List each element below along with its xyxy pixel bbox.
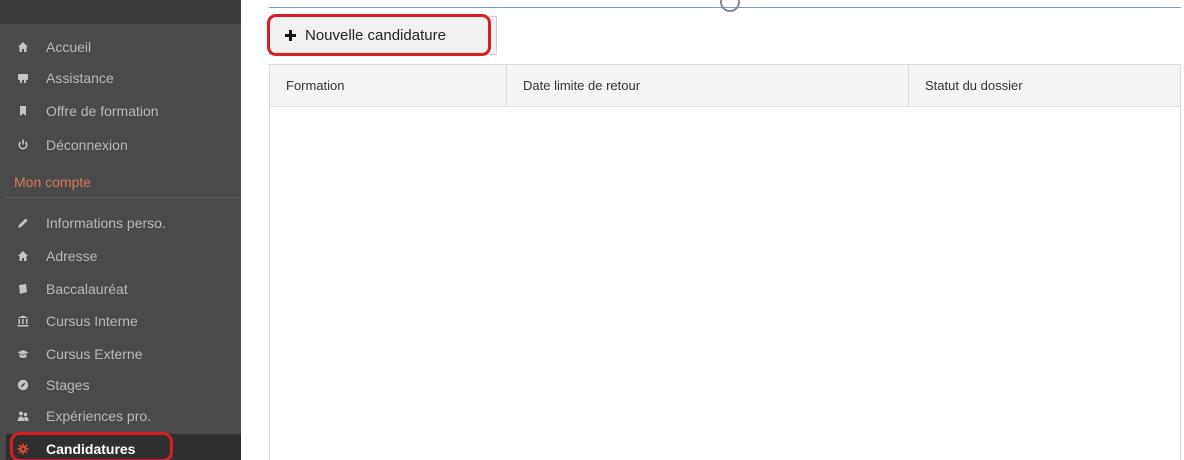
new-application-label: Nouvelle candidature xyxy=(305,27,446,44)
column-header-formation[interactable]: Formation xyxy=(270,65,507,106)
plus-icon xyxy=(284,29,297,42)
sidebar-item-offre-de-formation[interactable]: Offre de formation xyxy=(6,96,241,126)
sidebar-item-label: Cursus Externe xyxy=(46,346,143,362)
sidebar-item-label: Adresse xyxy=(46,248,98,264)
sidebar-item-accueil[interactable]: Accueil xyxy=(6,32,241,62)
applications-table: Formation Date limite de retour Statut d… xyxy=(269,64,1181,460)
sidebar-item-deconnexion[interactable]: Déconnexion xyxy=(6,130,241,160)
graduation-cap-icon xyxy=(12,346,34,362)
compass-icon xyxy=(12,377,34,393)
sidebar-item-label: Informations perso. xyxy=(46,215,166,231)
sidebar-item-label: Cursus Interne xyxy=(46,313,138,329)
pencil-icon xyxy=(12,215,34,231)
sidebar-item-candidatures[interactable]: Candidatures xyxy=(6,434,241,460)
column-header-date-limite[interactable]: Date limite de retour xyxy=(507,65,909,106)
loading-spinner-icon xyxy=(720,0,740,12)
sidebar-item-label: Assistance xyxy=(46,70,114,86)
main-content: Nouvelle candidature Formation Date limi… xyxy=(241,0,1184,460)
sidebar-item-label: Accueil xyxy=(46,39,92,55)
sidebar-item-experiences-pro[interactable]: Expériences pro. xyxy=(6,401,241,431)
sidebar-item-baccalaureat[interactable]: Baccalauréat xyxy=(6,274,241,304)
home-icon xyxy=(12,39,34,55)
sidebar-item-label: Baccalauréat xyxy=(46,281,128,297)
power-icon xyxy=(12,137,34,153)
sidebar-item-adresse[interactable]: Adresse xyxy=(6,241,241,271)
sidebar-item-label: Expériences pro. xyxy=(46,408,152,424)
people-icon xyxy=(12,408,34,424)
new-application-button[interactable]: Nouvelle candidature xyxy=(269,16,497,55)
sidebar-item-label: Offre de formation xyxy=(46,103,159,119)
sidebar-item-stages[interactable]: Stages xyxy=(6,370,241,400)
sidebar-item-informations-perso[interactable]: Informations perso. xyxy=(6,208,241,238)
sidebar-item-label: Déconnexion xyxy=(46,137,128,153)
home-icon xyxy=(12,248,34,264)
sidebar: Accueil Assistance Offre de formation Dé… xyxy=(0,0,241,460)
section-heading-mon-compte: Mon compte xyxy=(6,166,241,198)
bookmark-icon xyxy=(12,103,34,119)
sidebar-item-label: Stages xyxy=(46,377,90,393)
sidebar-item-label: Candidatures xyxy=(46,441,136,457)
column-header-statut[interactable]: Statut du dossier xyxy=(909,65,1180,106)
book-icon xyxy=(12,281,34,297)
table-header: Formation Date limite de retour Statut d… xyxy=(270,65,1180,107)
support-icon xyxy=(12,70,34,86)
gear-icon xyxy=(12,441,34,457)
sidebar-item-cursus-interne[interactable]: Cursus Interne xyxy=(6,306,241,336)
sidebar-header xyxy=(0,0,241,24)
sidebar-item-assistance[interactable]: Assistance xyxy=(6,63,241,93)
institution-icon xyxy=(12,313,34,329)
sidebar-item-cursus-externe[interactable]: Cursus Externe xyxy=(6,339,241,369)
